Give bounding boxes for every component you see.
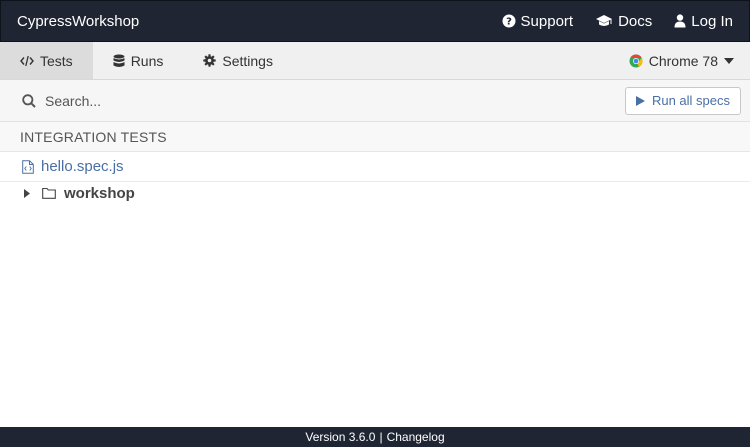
chevron-down-icon <box>724 57 734 64</box>
chrome-icon <box>629 54 643 67</box>
run-all-specs-button[interactable]: Run all specs <box>624 86 741 115</box>
version-label: Version 3.6.0 <box>305 430 376 444</box>
play-icon <box>635 95 645 106</box>
code-icon <box>20 55 34 66</box>
footer-separator: | <box>379 430 383 444</box>
support-link-label: Support <box>520 12 574 30</box>
database-icon <box>113 54 125 67</box>
footer: Version 3.6.0 | Changelog <box>0 427 750 447</box>
search-input[interactable] <box>45 92 345 109</box>
top-nav-links: ? Support Docs Log In <box>502 13 749 30</box>
user-icon <box>674 14 686 28</box>
login-link[interactable]: Log In <box>674 13 733 30</box>
folder-icon <box>42 187 56 199</box>
tab-runs-label: Runs <box>130 52 164 69</box>
login-link-label: Log In <box>691 12 733 30</box>
run-all-specs-label: Run all specs <box>651 93 730 108</box>
support-link[interactable]: ? Support <box>502 12 574 30</box>
spec-file-item[interactable]: hello.spec.js <box>0 152 750 182</box>
tab-tests-label: Tests <box>40 52 73 69</box>
gear-icon <box>203 54 217 67</box>
question-circle-icon: ? <box>502 14 516 28</box>
changelog-link[interactable]: Changelog <box>387 430 445 444</box>
tab-runs[interactable]: Runs <box>93 42 184 79</box>
caret-right-icon[interactable] <box>24 188 30 198</box>
file-code-icon <box>22 159 34 174</box>
tab-settings-label: Settings <box>222 52 273 69</box>
browser-selector[interactable]: Chrome 78 <box>629 42 734 79</box>
docs-link-label: Docs <box>618 12 653 30</box>
svg-text:?: ? <box>506 17 512 28</box>
top-nav-bar: CypressWorkshop ? Support Docs Log In <box>0 0 750 42</box>
tab-tests[interactable]: Tests <box>0 42 93 79</box>
spec-folder-item[interactable]: workshop <box>0 182 750 204</box>
graduation-cap-icon <box>596 15 613 26</box>
spec-folder-name: workshop <box>64 184 135 202</box>
search-icon <box>22 93 36 108</box>
tab-bar: Tests Runs Settings Chrome 78 <box>0 42 750 80</box>
search-bar: Run all specs <box>0 80 750 122</box>
integration-tests-header: INTEGRATION TESTS <box>0 122 750 152</box>
tab-settings[interactable]: Settings <box>183 42 293 79</box>
spec-file-name: hello.spec.js <box>41 158 124 175</box>
docs-link[interactable]: Docs <box>595 13 652 30</box>
browser-label: Chrome 78 <box>648 52 718 69</box>
project-name: CypressWorkshop <box>17 12 140 30</box>
